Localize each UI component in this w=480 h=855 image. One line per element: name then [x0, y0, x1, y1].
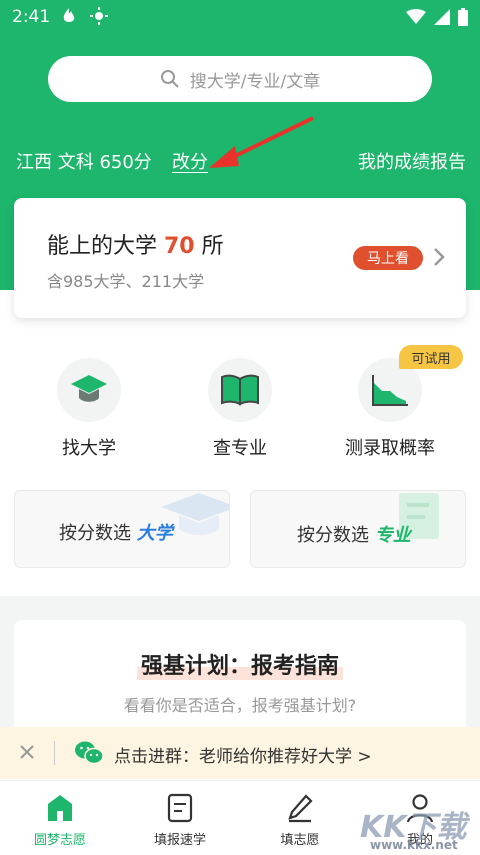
watermark-url: www.kkx.net [370, 838, 458, 852]
score-row: 江西 文科 650分 改分 我的成绩报告 [16, 148, 466, 174]
tab-label: 圆梦志愿 [33, 833, 86, 848]
chevron-right-icon[interactable] [432, 246, 446, 268]
feature-label: 查专业 [213, 438, 267, 459]
feature-label: 测录取概率 [345, 438, 435, 459]
tab-quick-learn[interactable]: 填报速学 [120, 781, 240, 855]
guide-title-text: 强基计划：报考指南 [136, 648, 343, 680]
change-score-link[interactable]: 改分 [172, 148, 208, 174]
find-university-entry[interactable]: 找大学 [14, 358, 164, 468]
eligible-universities-subtitle: 含985大学、211大学 [47, 272, 205, 291]
filter-by-score-major-card[interactable]: 按分数选 专业 [250, 490, 466, 568]
document-icon [167, 793, 193, 823]
battery-icon [458, 8, 468, 26]
home-icon [48, 795, 72, 821]
guide-title: 强基计划：报考指南 [14, 648, 466, 680]
search-placeholder: 搜大学/专业/文章 [189, 71, 321, 92]
trial-badge: 可试用 [399, 345, 463, 369]
graduation-cap-icon [57, 358, 121, 422]
close-icon[interactable] [18, 743, 36, 761]
filter-prefix: 按分数选 [297, 525, 375, 546]
pen-icon [288, 794, 313, 823]
my-score-report-link[interactable]: 我的成绩报告 [358, 148, 466, 174]
guide-subtitle: 看看你是否适合，报考强基计划? [123, 696, 357, 715]
status-time: 2:41 [12, 7, 51, 27]
title-suffix: 所 [194, 234, 224, 259]
university-count: 70 [164, 234, 195, 259]
wechat-icon [75, 741, 104, 765]
search-input[interactable]: 搜大学/专业/文章 [48, 56, 432, 102]
tab-label: 填报速学 [153, 833, 206, 848]
filter-label: 按分数选 专业 [297, 521, 411, 547]
search-icon [160, 70, 179, 88]
tab-fill-application[interactable]: 填志愿 [240, 781, 360, 855]
feature-label: 找大学 [62, 438, 116, 459]
open-book-icon [208, 358, 272, 422]
status-bar: 2:41 [0, 0, 480, 36]
eligible-universities-card[interactable]: 能上的大学 70 所 含985大学、211大学 马上看 [14, 198, 466, 318]
tab-home[interactable]: 圆梦志愿 [0, 781, 120, 855]
admission-probability-entry[interactable]: 测录取概率 [315, 358, 465, 468]
tab-label: 填志愿 [280, 833, 320, 848]
notice-divider [54, 741, 55, 765]
filter-label: 按分数选 大学 [59, 519, 173, 545]
signal-icon [434, 9, 450, 25]
filter-prefix: 按分数选 [59, 523, 137, 544]
find-major-entry[interactable]: 查专业 [165, 358, 315, 468]
wifi-icon [406, 9, 426, 24]
notice-text: 点击进群：老师给你推荐好大学 > [114, 747, 372, 767]
filter-accent: 大学 [136, 523, 173, 544]
brightness-icon [90, 7, 108, 25]
site-watermark: KK下载 www.kkx.net [352, 800, 477, 855]
group-join-notice[interactable]: 点击进群：老师给你推荐好大学 > [0, 727, 480, 779]
view-now-button[interactable]: 马上看 [353, 246, 423, 270]
filter-by-score-university-card[interactable]: 按分数选 大学 [14, 490, 230, 568]
app-notification-icon [63, 8, 75, 22]
score-summary: 江西 文科 650分 [16, 152, 152, 173]
filter-accent: 专业 [374, 525, 411, 546]
eligible-universities-title: 能上的大学 70 所 [47, 228, 224, 260]
title-prefix: 能上的大学 [47, 234, 164, 259]
